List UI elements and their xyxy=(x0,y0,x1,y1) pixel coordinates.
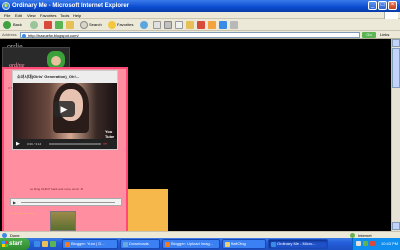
menu-bar: File Edit View Favorites Tools Help xyxy=(0,12,400,19)
scroll-thumb[interactable] xyxy=(392,48,400,88)
title-bar: e Ordinary Me - Microsoft Internet Explo… xyxy=(0,0,400,12)
search-button-label[interactable]: Search xyxy=(89,22,102,28)
print-icon[interactable] xyxy=(164,21,172,29)
taskbar-item-label: Ordinary Me - Micro... xyxy=(277,241,316,246)
system-tray: 10:43 PM xyxy=(352,238,400,250)
quicklaunch-media-icon[interactable] xyxy=(50,241,56,247)
decorative-marquee: ·· ·· · ·· ·· · ·· ·· xyxy=(10,211,37,216)
internet-explorer-icon: e xyxy=(2,2,10,10)
play-button[interactable]: ▶ xyxy=(16,141,20,147)
forward-arrow-icon[interactable] xyxy=(30,21,38,29)
page-content: ordie ordine Oh Oh Oh Oh! Oppaerul Saran… xyxy=(0,39,391,231)
downloads-folder-icon xyxy=(123,242,128,247)
menu-edit[interactable]: Edit xyxy=(15,13,22,18)
post-caption: so likng OHIO!! back and more once! :D xyxy=(30,187,84,191)
stop-toolbar-icon[interactable] xyxy=(197,21,205,29)
taskbar-item-blogger-upload[interactable]: Blogger: Upload Imag... xyxy=(162,239,220,249)
background-block xyxy=(124,189,168,231)
taskbar-item-blogger[interactable]: Blogger: Yuro | D... xyxy=(62,239,118,249)
menu-help[interactable]: Help xyxy=(73,13,81,18)
blogger-icon xyxy=(165,242,170,247)
favorites-button-label[interactable]: Favorites xyxy=(117,22,133,28)
taskbar-item-label: Blogger: Upload Imag... xyxy=(171,241,214,246)
address-input[interactable]: http://hazuefw.blogspot.com/ xyxy=(20,32,360,38)
taskbar-item-downloads[interactable]: Downloads xyxy=(120,239,160,249)
quicklaunch-folder-icon[interactable] xyxy=(42,241,48,247)
address-label: Address xyxy=(2,32,17,37)
taskbar-item-label: Downloads xyxy=(129,241,149,246)
address-bar: Address http://hazuefw.blogspot.com/ Go … xyxy=(0,31,400,39)
search-icon[interactable] xyxy=(80,21,88,29)
video-title[interactable]: 소녀시대(Girls' Generation)_Oh!... xyxy=(17,74,79,80)
internet-explorer-icon xyxy=(271,242,276,247)
folder-icon[interactable] xyxy=(186,21,194,29)
address-url[interactable]: http://hazuefw.blogspot.com/ xyxy=(28,33,79,38)
video-controls: ▶ 0:00 / 3:14 YT xyxy=(13,139,117,149)
refresh-icon[interactable] xyxy=(55,21,63,29)
youtube-small-logo[interactable]: YT xyxy=(103,142,107,146)
quicklaunch-ie-icon[interactable] xyxy=(34,241,40,247)
back-arrow-icon[interactable] xyxy=(3,21,11,29)
youtube-logo[interactable]: You Tube xyxy=(105,129,117,139)
toolbar-extra-icon[interactable] xyxy=(208,21,216,29)
research-icon[interactable] xyxy=(230,21,238,29)
menu-file[interactable]: File xyxy=(4,13,10,18)
tray-network-icon[interactable] xyxy=(356,241,361,246)
menu-favorites[interactable]: Favorites xyxy=(40,13,56,18)
audio-player[interactable]: ▶ xyxy=(10,198,122,206)
tray-antivirus-icon[interactable] xyxy=(363,241,368,246)
go-button[interactable]: Go xyxy=(362,32,376,38)
windows-flag-icon xyxy=(2,241,8,247)
video-header: 소녀시대(Girls' Generation)_Oh!... xyxy=(13,71,117,83)
vertical-scrollbar[interactable] xyxy=(391,39,400,231)
home-icon[interactable] xyxy=(66,21,74,29)
audio-progress-bar[interactable] xyxy=(21,202,115,203)
edit-icon[interactable] xyxy=(175,21,183,29)
minimize-button[interactable]: _ xyxy=(368,1,377,10)
links-button[interactable]: Links xyxy=(380,32,389,37)
history-icon[interactable] xyxy=(140,21,148,29)
start-button[interactable]: start xyxy=(0,238,30,250)
status-bar: Done Internet xyxy=(0,231,400,238)
page-icon xyxy=(22,34,26,38)
video-progress-bar[interactable] xyxy=(49,143,101,145)
taskbar: start Blogger: Yuro | D... Downloads Blo… xyxy=(0,238,400,250)
favorites-star-icon[interactable] xyxy=(108,21,116,29)
mail-icon[interactable] xyxy=(153,21,161,29)
scroll-down-arrow-icon[interactable] xyxy=(392,222,400,230)
play-icon[interactable]: ▶ xyxy=(53,101,75,117)
video-time: 0:00 / 3:14 xyxy=(27,142,42,146)
blogger-icon xyxy=(65,242,70,247)
taskbar-item-ordinary-me[interactable]: Ordinary Me - Micro... xyxy=(268,239,328,249)
clock[interactable]: 10:43 PM xyxy=(381,241,398,247)
video-frame[interactable]: ▶ You Tube xyxy=(13,83,117,139)
menu-tools[interactable]: Tools xyxy=(60,13,69,18)
taskbar-item-label: Blogger: Yuro | D... xyxy=(71,241,105,246)
start-label[interactable]: start xyxy=(9,241,22,247)
scroll-up-arrow-icon[interactable] xyxy=(392,39,400,47)
tray-volume-icon[interactable] xyxy=(370,241,375,246)
close-button[interactable]: × xyxy=(388,1,397,10)
messenger-icon[interactable] xyxy=(219,21,227,29)
menu-view[interactable]: View xyxy=(27,13,36,18)
taskbar-item-folder[interactable]: ftaltOlog xyxy=(222,239,266,249)
image-thumbnail[interactable] xyxy=(50,211,76,231)
window-title: Ordinary Me - Microsoft Internet Explore… xyxy=(12,3,130,9)
maximize-button[interactable]: □ xyxy=(378,1,387,10)
stop-icon[interactable] xyxy=(44,21,52,29)
windows-logo-icon xyxy=(384,12,398,19)
toolbar: Back Search Favorites xyxy=(0,19,400,31)
taskbar-item-label: ftaltOlog xyxy=(231,241,246,246)
back-button-label[interactable]: Back xyxy=(13,22,22,28)
audio-play-button[interactable]: ▶ xyxy=(13,200,16,205)
folder-icon xyxy=(225,242,230,247)
video-player[interactable]: 소녀시대(Girls' Generation)_Oh!... ▶ You Tub… xyxy=(12,70,118,150)
